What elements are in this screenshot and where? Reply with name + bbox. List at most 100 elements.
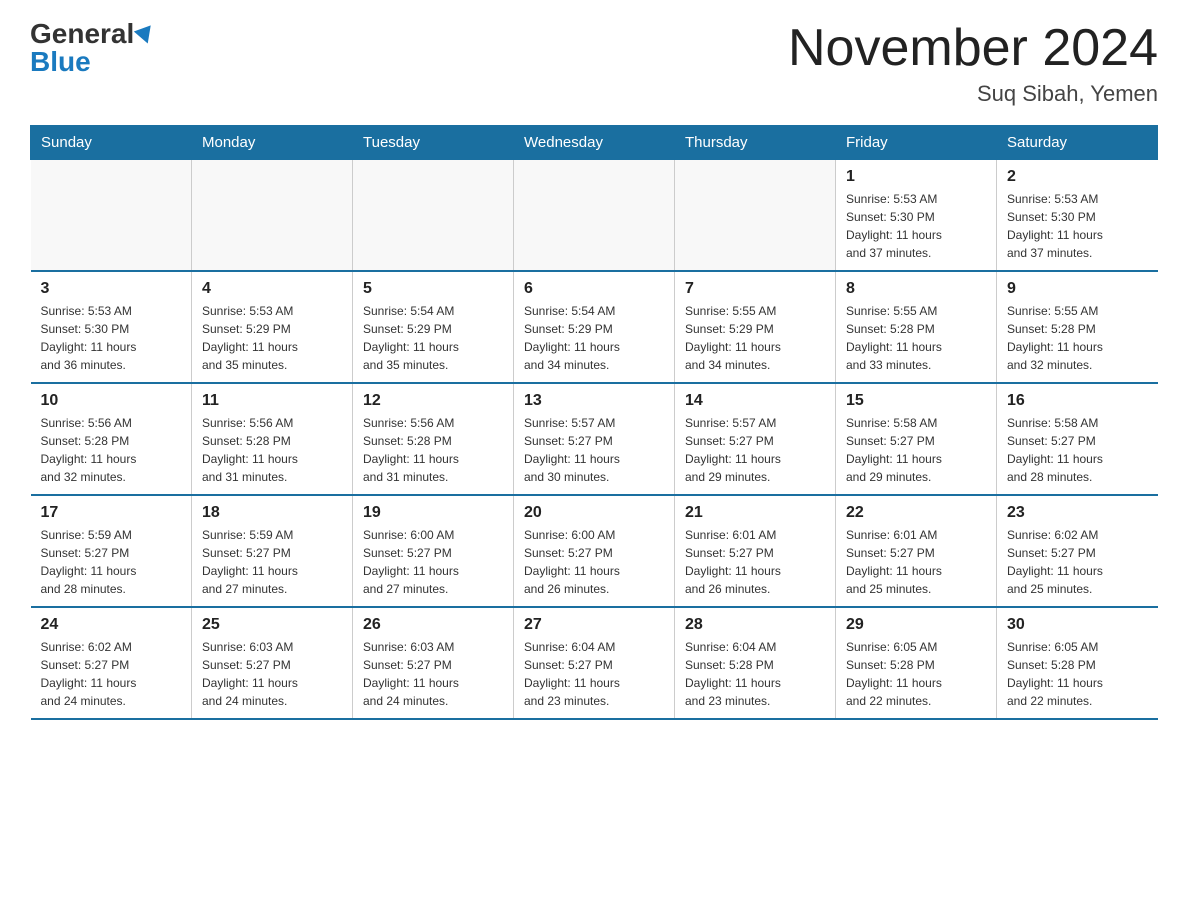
sun-info: Sunrise: 5:56 AM Sunset: 5:28 PM Dayligh…: [363, 414, 503, 486]
calendar-header-sunday: Sunday: [31, 126, 192, 160]
calendar-cell: 29Sunrise: 6:05 AM Sunset: 5:28 PM Dayli…: [836, 607, 997, 719]
calendar-cell: 4Sunrise: 5:53 AM Sunset: 5:29 PM Daylig…: [192, 271, 353, 383]
calendar-cell: 8 Sunrise: 5:55 AM Sunset: 5:28 PM Daylig…: [836, 271, 997, 383]
sun-info: Sunrise: 5:53 AM Sunset: 5:30 PM Dayligh…: [846, 190, 986, 262]
day-number: 6: [524, 280, 664, 298]
sun-info: Sunrise: 5:53 AM Sunset: 5:30 PM Dayligh…: [41, 302, 182, 374]
calendar-cell: 5 Sunrise: 5:54 AM Sunset: 5:29 PM Daylig…: [353, 271, 514, 383]
day-number: 28: [685, 616, 825, 634]
calendar-cell: 20 Sunrise: 6:00 AM Sunset: 5:27 PM Dayli…: [514, 495, 675, 607]
sun-info: Sunrise: 5:58 AM Sunset: 5:27 PM Dayligh…: [846, 414, 986, 486]
sun-info: Sunrise: 5:56 AM Sunset: 5:28 PM Dayligh…: [41, 414, 182, 486]
day-number: 20: [524, 504, 664, 522]
day-number: 8: [846, 280, 986, 298]
sun-info: Sunrise: 5:58 AM Sunset: 5:27 PM Dayligh…: [1007, 414, 1148, 486]
calendar-week-row: 1 Sunrise: 5:53 AM Sunset: 5:30 PM Daylig…: [31, 160, 1158, 272]
calendar-cell: 10 Sunrise: 5:56 AM Sunset: 5:28 PM Dayli…: [31, 383, 192, 495]
sun-info: Sunrise: 6:02 AM Sunset: 5:27 PM Dayligh…: [1007, 526, 1148, 598]
calendar-header-thursday: Thursday: [675, 126, 836, 160]
calendar-header-wednesday: Wednesday: [514, 126, 675, 160]
calendar-cell: 30 Sunrise: 6:05 AM Sunset: 5:28 PM Dayli…: [997, 607, 1158, 719]
calendar-cell: [514, 160, 675, 272]
day-number: 12: [363, 392, 503, 410]
calendar-cell: [353, 160, 514, 272]
day-number: 19: [363, 504, 503, 522]
calendar-table: SundayMondayTuesdayWednesdayThursdayFrid…: [30, 125, 1158, 720]
sun-info: Sunrise: 6:03 AM Sunset: 5:27 PM Dayligh…: [363, 638, 503, 710]
logo-triangle-icon: [134, 25, 156, 46]
calendar-header-monday: Monday: [192, 126, 353, 160]
day-number: 21: [685, 504, 825, 522]
day-number: 17: [41, 504, 182, 522]
logo-general-text: General: [30, 20, 134, 48]
calendar-week-row: 3 Sunrise: 5:53 AM Sunset: 5:30 PM Daylig…: [31, 271, 1158, 383]
sun-info: Sunrise: 5:59 AM Sunset: 5:27 PM Dayligh…: [202, 526, 342, 598]
calendar-header-tuesday: Tuesday: [353, 126, 514, 160]
day-number: 27: [524, 616, 664, 634]
logo-blue-text: Blue: [30, 48, 91, 76]
page-header: General Blue November 2024 Suq Sibah, Ye…: [30, 20, 1158, 107]
day-number: 5: [363, 280, 503, 298]
sun-info: Sunrise: 5:55 AM Sunset: 5:29 PM Dayligh…: [685, 302, 825, 374]
day-number: 24: [41, 616, 182, 634]
calendar-cell: 23Sunrise: 6:02 AM Sunset: 5:27 PM Dayli…: [997, 495, 1158, 607]
calendar-header-friday: Friday: [836, 126, 997, 160]
calendar-cell: 22 Sunrise: 6:01 AM Sunset: 5:27 PM Dayli…: [836, 495, 997, 607]
sun-info: Sunrise: 6:04 AM Sunset: 5:28 PM Dayligh…: [685, 638, 825, 710]
calendar-cell: 1 Sunrise: 5:53 AM Sunset: 5:30 PM Daylig…: [836, 160, 997, 272]
calendar-cell: [675, 160, 836, 272]
calendar-cell: 25 Sunrise: 6:03 AM Sunset: 5:27 PM Dayli…: [192, 607, 353, 719]
calendar-cell: 18 Sunrise: 5:59 AM Sunset: 5:27 PM Dayli…: [192, 495, 353, 607]
calendar-week-row: 17 Sunrise: 5:59 AM Sunset: 5:27 PM Dayli…: [31, 495, 1158, 607]
calendar-week-row: 10 Sunrise: 5:56 AM Sunset: 5:28 PM Dayli…: [31, 383, 1158, 495]
calendar-cell: 13Sunrise: 5:57 AM Sunset: 5:27 PM Dayli…: [514, 383, 675, 495]
day-number: 22: [846, 504, 986, 522]
day-number: 18: [202, 504, 342, 522]
calendar-header-row: SundayMondayTuesdayWednesdayThursdayFrid…: [31, 126, 1158, 160]
sun-info: Sunrise: 6:00 AM Sunset: 5:27 PM Dayligh…: [524, 526, 664, 598]
day-number: 1: [846, 168, 986, 186]
day-number: 7: [685, 280, 825, 298]
calendar-cell: 11Sunrise: 5:56 AM Sunset: 5:28 PM Dayli…: [192, 383, 353, 495]
sun-info: Sunrise: 5:55 AM Sunset: 5:28 PM Dayligh…: [1007, 302, 1148, 374]
day-number: 11: [202, 392, 342, 410]
calendar-cell: 14Sunrise: 5:57 AM Sunset: 5:27 PM Dayli…: [675, 383, 836, 495]
calendar-cell: 17Sunrise: 5:59 AM Sunset: 5:27 PM Dayli…: [31, 495, 192, 607]
calendar-cell: 12 Sunrise: 5:56 AM Sunset: 5:28 PM Dayli…: [353, 383, 514, 495]
sun-info: Sunrise: 5:54 AM Sunset: 5:29 PM Dayligh…: [363, 302, 503, 374]
calendar-cell: 24 Sunrise: 6:02 AM Sunset: 5:27 PM Dayli…: [31, 607, 192, 719]
day-number: 10: [41, 392, 182, 410]
calendar-week-row: 24 Sunrise: 6:02 AM Sunset: 5:27 PM Dayli…: [31, 607, 1158, 719]
day-number: 16: [1007, 392, 1148, 410]
sun-info: Sunrise: 6:01 AM Sunset: 5:27 PM Dayligh…: [846, 526, 986, 598]
sun-info: Sunrise: 6:04 AM Sunset: 5:27 PM Dayligh…: [524, 638, 664, 710]
logo: General Blue: [30, 20, 154, 76]
day-number: 13: [524, 392, 664, 410]
day-number: 29: [846, 616, 986, 634]
day-number: 15: [846, 392, 986, 410]
sun-info: Sunrise: 6:03 AM Sunset: 5:27 PM Dayligh…: [202, 638, 342, 710]
calendar-cell: 27 Sunrise: 6:04 AM Sunset: 5:27 PM Dayli…: [514, 607, 675, 719]
day-number: 30: [1007, 616, 1148, 634]
day-number: 4: [202, 280, 342, 298]
day-number: 25: [202, 616, 342, 634]
calendar-cell: 2Sunrise: 5:53 AM Sunset: 5:30 PM Daylig…: [997, 160, 1158, 272]
sun-info: Sunrise: 5:54 AM Sunset: 5:29 PM Dayligh…: [524, 302, 664, 374]
calendar-cell: 16 Sunrise: 5:58 AM Sunset: 5:27 PM Dayli…: [997, 383, 1158, 495]
day-number: 26: [363, 616, 503, 634]
calendar-cell: 3 Sunrise: 5:53 AM Sunset: 5:30 PM Daylig…: [31, 271, 192, 383]
sun-info: Sunrise: 5:53 AM Sunset: 5:30 PM Dayligh…: [1007, 190, 1148, 262]
calendar-cell: 19 Sunrise: 6:00 AM Sunset: 5:27 PM Dayli…: [353, 495, 514, 607]
calendar-cell: 9Sunrise: 5:55 AM Sunset: 5:28 PM Daylig…: [997, 271, 1158, 383]
sun-info: Sunrise: 5:55 AM Sunset: 5:28 PM Dayligh…: [846, 302, 986, 374]
day-number: 3: [41, 280, 182, 298]
sun-info: Sunrise: 6:02 AM Sunset: 5:27 PM Dayligh…: [41, 638, 182, 710]
calendar-cell: 6 Sunrise: 5:54 AM Sunset: 5:29 PM Daylig…: [514, 271, 675, 383]
title-area: November 2024 Suq Sibah, Yemen: [788, 20, 1158, 107]
month-title: November 2024: [788, 20, 1158, 77]
sun-info: Sunrise: 6:05 AM Sunset: 5:28 PM Dayligh…: [1007, 638, 1148, 710]
sun-info: Sunrise: 6:00 AM Sunset: 5:27 PM Dayligh…: [363, 526, 503, 598]
day-number: 14: [685, 392, 825, 410]
location-title: Suq Sibah, Yemen: [788, 81, 1158, 107]
calendar-cell: [192, 160, 353, 272]
